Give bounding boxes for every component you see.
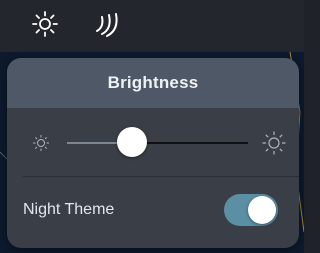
app-window: Brightness Night Theme [0,0,304,253]
popover-body: Night Theme [7,108,299,248]
popover-title: Brightness [107,73,199,92]
top-toolbar [0,0,304,52]
night-theme-row: Night Theme [7,177,299,248]
popover-header: Brightness [7,58,299,108]
night-theme-toggle[interactable] [224,194,278,226]
brightness-slider[interactable] [67,127,248,157]
signal-waves-icon[interactable] [92,9,122,39]
sun-large-icon [261,130,287,156]
brightness-slider-thumb[interactable] [117,127,148,157]
sun-small-icon [31,133,51,153]
sun-icon[interactable] [30,9,60,39]
brightness-popover: Brightness Night Theme [7,58,299,248]
night-theme-label: Night Theme [23,201,115,218]
toggle-knob [248,196,276,224]
brightness-row [7,108,299,176]
